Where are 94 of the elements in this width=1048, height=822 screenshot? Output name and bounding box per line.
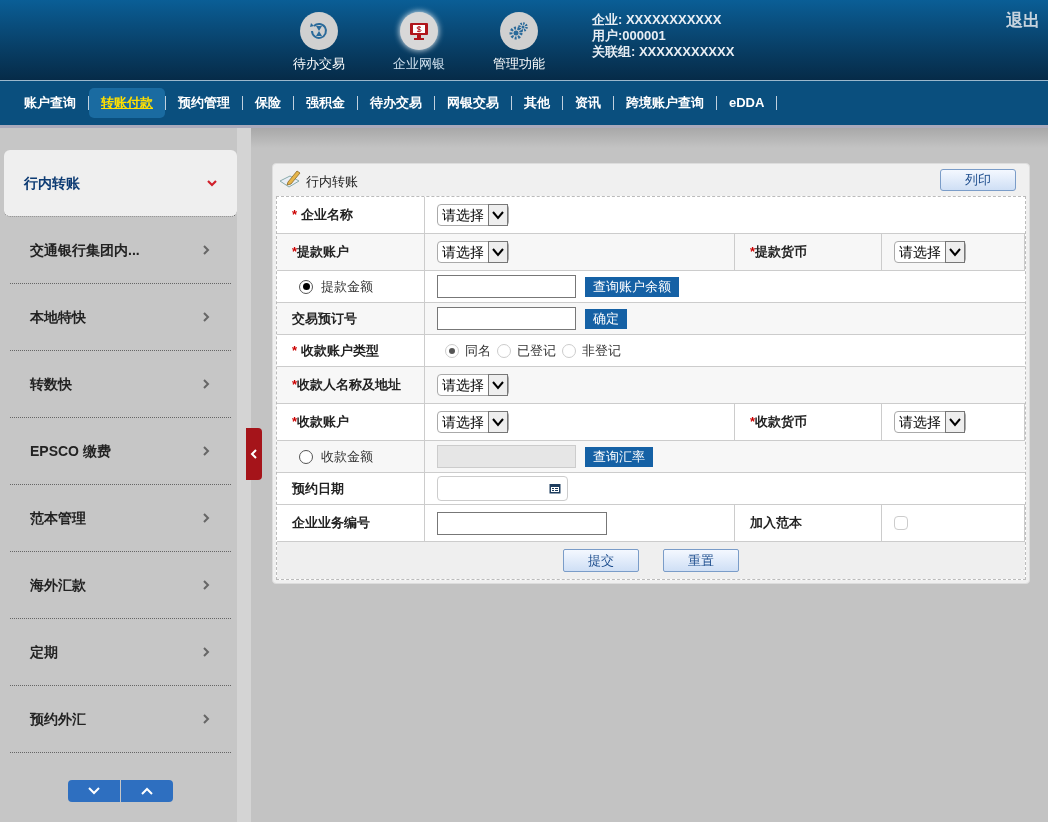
field-label: 收款账户 (297, 413, 350, 432)
field-label: 加入范本 (750, 514, 802, 533)
chevron-up-icon (141, 787, 153, 795)
scroll-up-button[interactable] (121, 780, 173, 802)
nav-tab[interactable]: 网银交易 (435, 88, 511, 118)
checkbox[interactable] (894, 516, 908, 530)
field-label: 收款人名称及地址 (297, 376, 402, 395)
required-marker: * (292, 376, 298, 395)
chevron-right-icon (201, 513, 211, 523)
sidebar-item[interactable]: 转数快 (10, 351, 231, 418)
input-field[interactable] (437, 511, 607, 535)
field-label: 企业名称 (300, 206, 353, 225)
radio-button[interactable] (299, 449, 313, 464)
select-dropdown[interactable]: 请选择 (437, 411, 509, 433)
sidebar-item[interactable]: 预约外汇 (10, 686, 231, 753)
account-info-text: 用户:000001 (592, 28, 667, 44)
logout-link[interactable]: 退出 (1006, 8, 1040, 34)
required-marker: * (292, 243, 298, 262)
query-button[interactable]: 确定 (585, 308, 627, 329)
chevron-right-icon (201, 312, 211, 322)
sidebar-item[interactable]: 范本管理 (10, 485, 231, 552)
radio-label: 非登记 (582, 341, 621, 360)
chevron-right-icon (201, 446, 211, 456)
form-button[interactable]: 提交 (563, 549, 639, 572)
chevron-right-icon (201, 580, 211, 590)
calendar-icon (549, 483, 561, 494)
caret-icon (488, 241, 508, 263)
date-field[interactable] (437, 476, 568, 501)
field-label: 收款金额 (321, 447, 373, 466)
print-button[interactable]: 列印 (940, 169, 1016, 191)
nav-tab[interactable]: 强积金 (294, 88, 357, 118)
app-shortcut[interactable]: 企业网银 (388, 12, 450, 80)
field-label: 交易预订号 (292, 309, 357, 328)
collapse-handle[interactable] (246, 428, 262, 480)
gears-icon (508, 20, 530, 42)
field-label: 收款账户类型 (300, 341, 379, 360)
chevron-right-icon (201, 379, 211, 389)
caret-icon (945, 411, 965, 433)
required-marker: * (292, 206, 299, 225)
nav-tab[interactable]: 其他 (512, 88, 562, 118)
field-label: 企业业务编号 (292, 514, 370, 533)
hourglass-icon (308, 20, 330, 42)
app-shortcut[interactable]: 待办交易 (288, 12, 350, 80)
query-button[interactable]: 查询账户余额 (585, 276, 679, 297)
chevron-down-icon (207, 178, 217, 188)
sidebar-item[interactable]: 定期 (10, 619, 231, 686)
nav-tab[interactable]: 跨境账户查询 (614, 88, 716, 118)
chevron-right-icon (201, 714, 211, 724)
panel-title: 行内转账 (306, 172, 358, 191)
nav-tab[interactable]: eDDA (717, 88, 777, 118)
select-dropdown[interactable]: 请选择 (437, 204, 509, 226)
field-label: 收款货币 (755, 413, 808, 432)
nav-tab[interactable]: 预约管理 (166, 88, 242, 118)
sidebar-item[interactable]: EPSCO 缴费 (10, 418, 231, 485)
caret-icon (945, 241, 965, 263)
chevron-down-icon (88, 787, 100, 795)
sidebar-item[interactable]: 交通银行集团内... (10, 217, 231, 284)
nav-tab[interactable]: 资讯 (563, 88, 613, 118)
field-label: 提款金额 (321, 277, 373, 296)
field-label: 提款货币 (755, 243, 808, 262)
form-button[interactable]: 重置 (663, 549, 739, 572)
required-marker: * (292, 341, 299, 360)
nav-tab[interactable]: 待办交易 (358, 88, 434, 118)
required-marker: * (292, 413, 298, 432)
chevron-right-icon (201, 245, 211, 255)
account-info-text: 关联组: XXXXXXXXXXX (592, 44, 735, 60)
caret-icon (488, 204, 508, 226)
sidebar-item[interactable]: 行内转账 (4, 150, 237, 217)
radio-label: 同名 (465, 341, 491, 360)
app-shortcut[interactable]: 管理功能 (488, 12, 550, 80)
account-info-text: 企业: XXXXXXXXXXX (592, 12, 723, 28)
select-dropdown[interactable]: 请选择 (437, 241, 509, 263)
chevron-right-icon (201, 647, 211, 657)
sidebar-item[interactable]: 海外汇款 (10, 552, 231, 619)
radio-button[interactable] (299, 279, 313, 294)
monitor-dollar-icon (408, 20, 430, 42)
select-dropdown[interactable]: 请选择 (894, 411, 966, 433)
chevron-left-icon (250, 449, 258, 459)
field-label: 预约日期 (292, 479, 344, 498)
select-dropdown[interactable]: 请选择 (894, 241, 966, 263)
required-marker: * (750, 413, 756, 432)
nav-tab[interactable]: 转账付款 (89, 88, 165, 118)
field-label: 提款账户 (297, 243, 350, 262)
nav-tab[interactable]: 保险 (243, 88, 293, 118)
radio-label: 已登记 (517, 341, 556, 360)
input-field[interactable] (437, 307, 576, 330)
scroll-down-button[interactable] (68, 780, 120, 802)
nav-tab[interactable]: 账户查询 (12, 88, 88, 118)
select-dropdown[interactable]: 请选择 (437, 374, 509, 396)
required-marker: * (750, 243, 756, 262)
caret-icon (488, 411, 508, 433)
caret-icon (488, 374, 508, 396)
sidebar-item[interactable]: 本地特快 (10, 284, 231, 351)
input-field[interactable] (437, 275, 576, 298)
